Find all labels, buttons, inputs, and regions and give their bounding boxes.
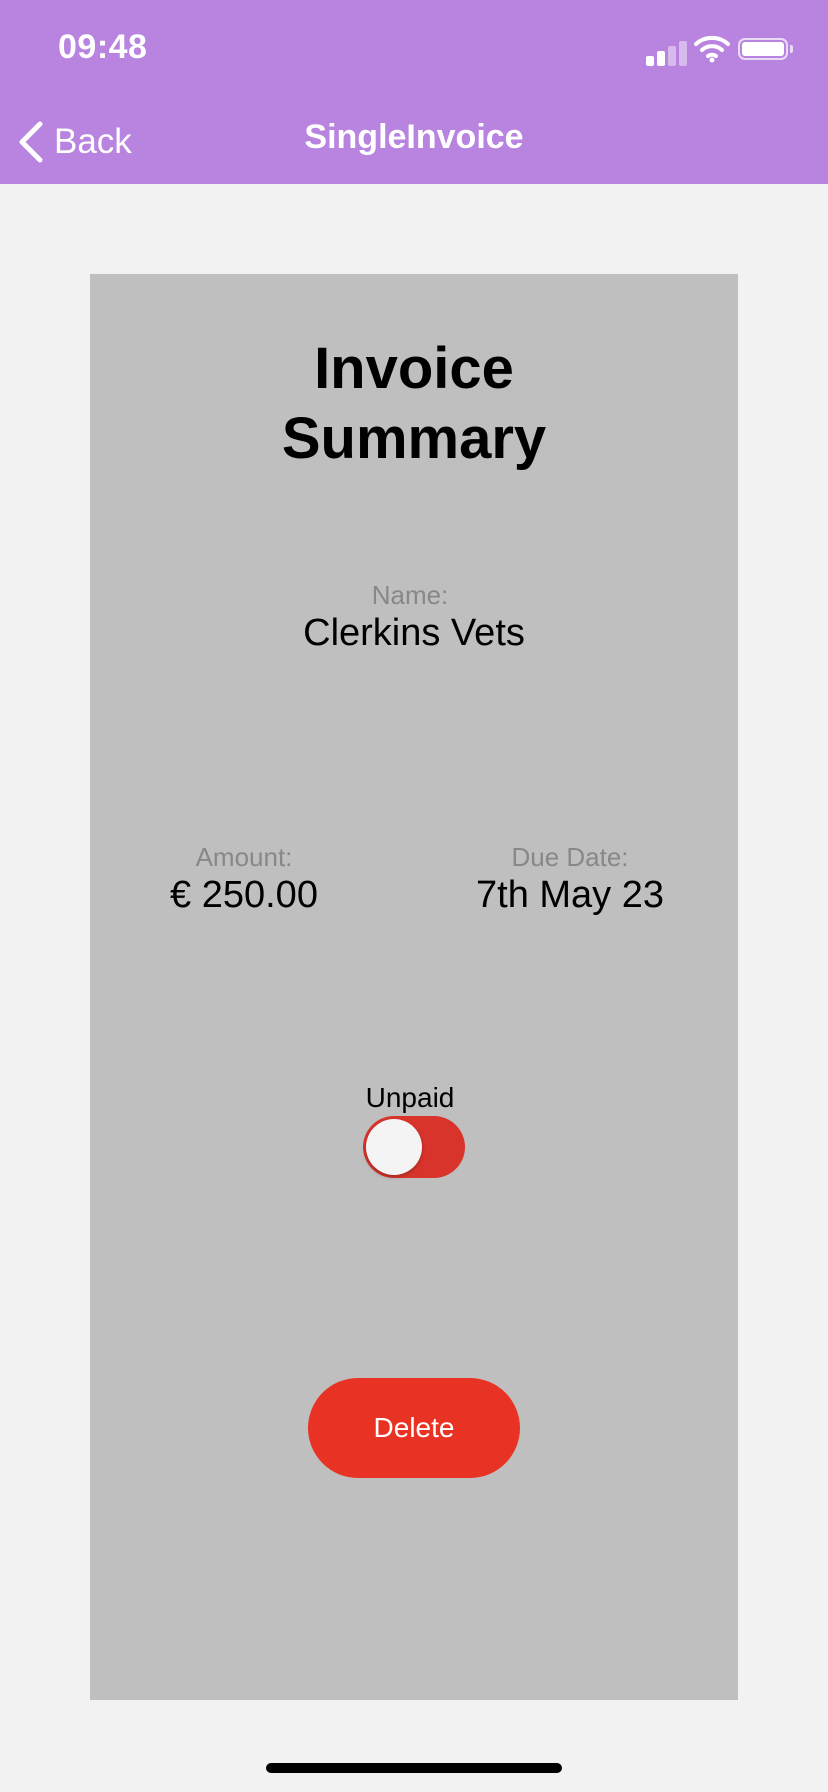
invoice-card: Invoice Summary Name: Clerkins Vets Amou…: [90, 274, 738, 1700]
delete-button[interactable]: Delete: [308, 1378, 520, 1478]
back-label: Back: [54, 122, 132, 161]
status-icons: [646, 35, 796, 66]
amount-value: € 250.00: [170, 874, 318, 916]
name-value: Clerkins Vets: [303, 612, 525, 654]
toggle-knob: [366, 1119, 422, 1175]
back-button[interactable]: Back: [16, 116, 132, 168]
name-label: Name:: [371, 580, 449, 610]
amount-label: Amount:: [195, 842, 293, 872]
payment-status-label: Unpaid: [365, 1082, 455, 1113]
due-date-label: Due Date:: [511, 842, 629, 872]
chevron-left-icon: [19, 121, 43, 163]
paid-toggle[interactable]: [363, 1116, 465, 1178]
invoice-heading: Invoice Summary: [281, 336, 547, 471]
battery-cap: [790, 45, 793, 53]
home-indicator: [266, 1763, 562, 1773]
battery-icon: [738, 38, 788, 60]
due-date-value: 7th May 23: [476, 874, 664, 916]
navigation-header: 09:48 Back SingleInvoice: [0, 0, 828, 184]
status-time: 09:48: [58, 28, 148, 66]
wifi-icon: [694, 35, 730, 63]
